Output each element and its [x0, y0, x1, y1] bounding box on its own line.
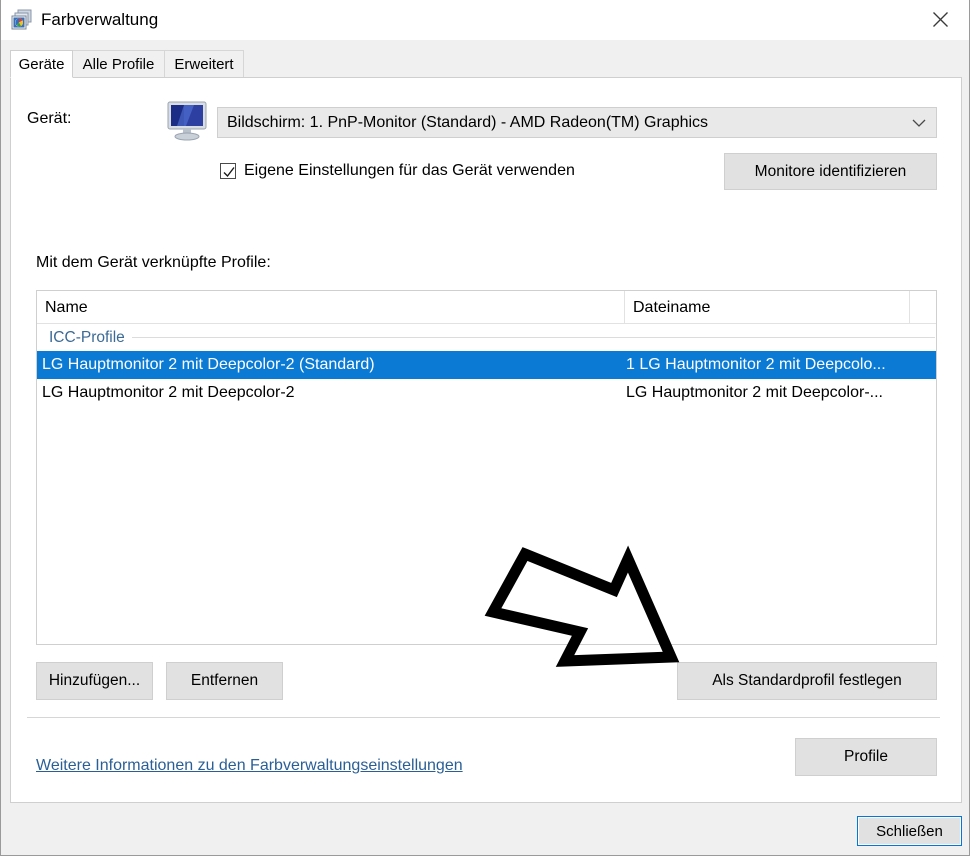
tab-geraete[interactable]: Geräte [10, 50, 73, 78]
device-select[interactable]: Bildschirm: 1. PnP-Monitor (Standard) - … [217, 107, 937, 138]
set-default-profile-button[interactable]: Als Standardprofil festlegen [677, 662, 937, 700]
title-bar: Farbverwaltung [1, 0, 969, 40]
tab-label: Geräte [18, 55, 65, 73]
tab-label: Erweitert [174, 56, 234, 73]
associated-profiles-label: Mit dem Gerät verknüpfte Profile: [36, 254, 271, 271]
column-header-name[interactable]: Name [37, 291, 625, 324]
color-management-icon [11, 9, 33, 31]
table-row[interactable]: LG Hauptmonitor 2 mit Deepcolor-2 LG Hau… [37, 379, 936, 407]
checkbox-box [220, 163, 236, 179]
list-header: Name Dateiname [37, 291, 936, 324]
window-title: Farbverwaltung [41, 10, 159, 29]
profiles-list[interactable]: Name Dateiname ICC-Profile LG Hauptmonit… [36, 290, 937, 645]
profile-filename: 1 LG Hauptmonitor 2 mit Deepcolo... [626, 356, 886, 373]
device-label: Gerät: [27, 110, 72, 127]
remove-profile-button[interactable]: Entfernen [166, 662, 283, 700]
group-divider [131, 337, 935, 338]
table-row[interactable]: LG Hauptmonitor 2 mit Deepcolor-2 (Stand… [37, 351, 936, 379]
color-management-window: Farbverwaltung Geräte Alle Profile Erwei… [0, 0, 970, 856]
group-label: ICC-Profile [49, 328, 125, 346]
profile-name: LG Hauptmonitor 2 mit Deepcolor-2 (Stand… [42, 356, 375, 373]
section-divider [27, 717, 940, 718]
more-info-link[interactable]: Weitere Informationen zu den Farbverwalt… [36, 757, 463, 775]
chevron-down-icon [912, 108, 926, 137]
column-header-extra[interactable] [910, 291, 936, 324]
checkbox-label: Eigene Einstellungen für das Gerät verwe… [244, 162, 575, 179]
tab-label: Alle Profile [82, 56, 155, 73]
monitor-icon [164, 100, 210, 142]
close-icon[interactable] [909, 0, 969, 38]
profiles-button[interactable]: Profile [795, 738, 937, 776]
identify-monitors-button[interactable]: Monitore identifizieren [724, 153, 937, 190]
add-profile-button[interactable]: Hinzufügen... [36, 662, 153, 700]
window-footer [1, 804, 969, 855]
profile-filename: LG Hauptmonitor 2 mit Deepcolor-... [626, 384, 883, 401]
close-button[interactable]: Schließen [857, 816, 962, 846]
tab-erweitert[interactable]: Erweitert [164, 50, 244, 78]
list-group-header: ICC-Profile [37, 324, 936, 351]
tab-strip: Geräte Alle Profile Erweitert [10, 50, 962, 78]
device-select-value: Bildschirm: 1. PnP-Monitor (Standard) - … [227, 113, 709, 131]
use-own-settings-checkbox[interactable]: Eigene Einstellungen für das Gerät verwe… [220, 162, 575, 180]
profile-name: LG Hauptmonitor 2 mit Deepcolor-2 [42, 384, 295, 401]
tab-alle-profile[interactable]: Alle Profile [72, 50, 165, 78]
column-header-filename[interactable]: Dateiname [625, 291, 910, 324]
